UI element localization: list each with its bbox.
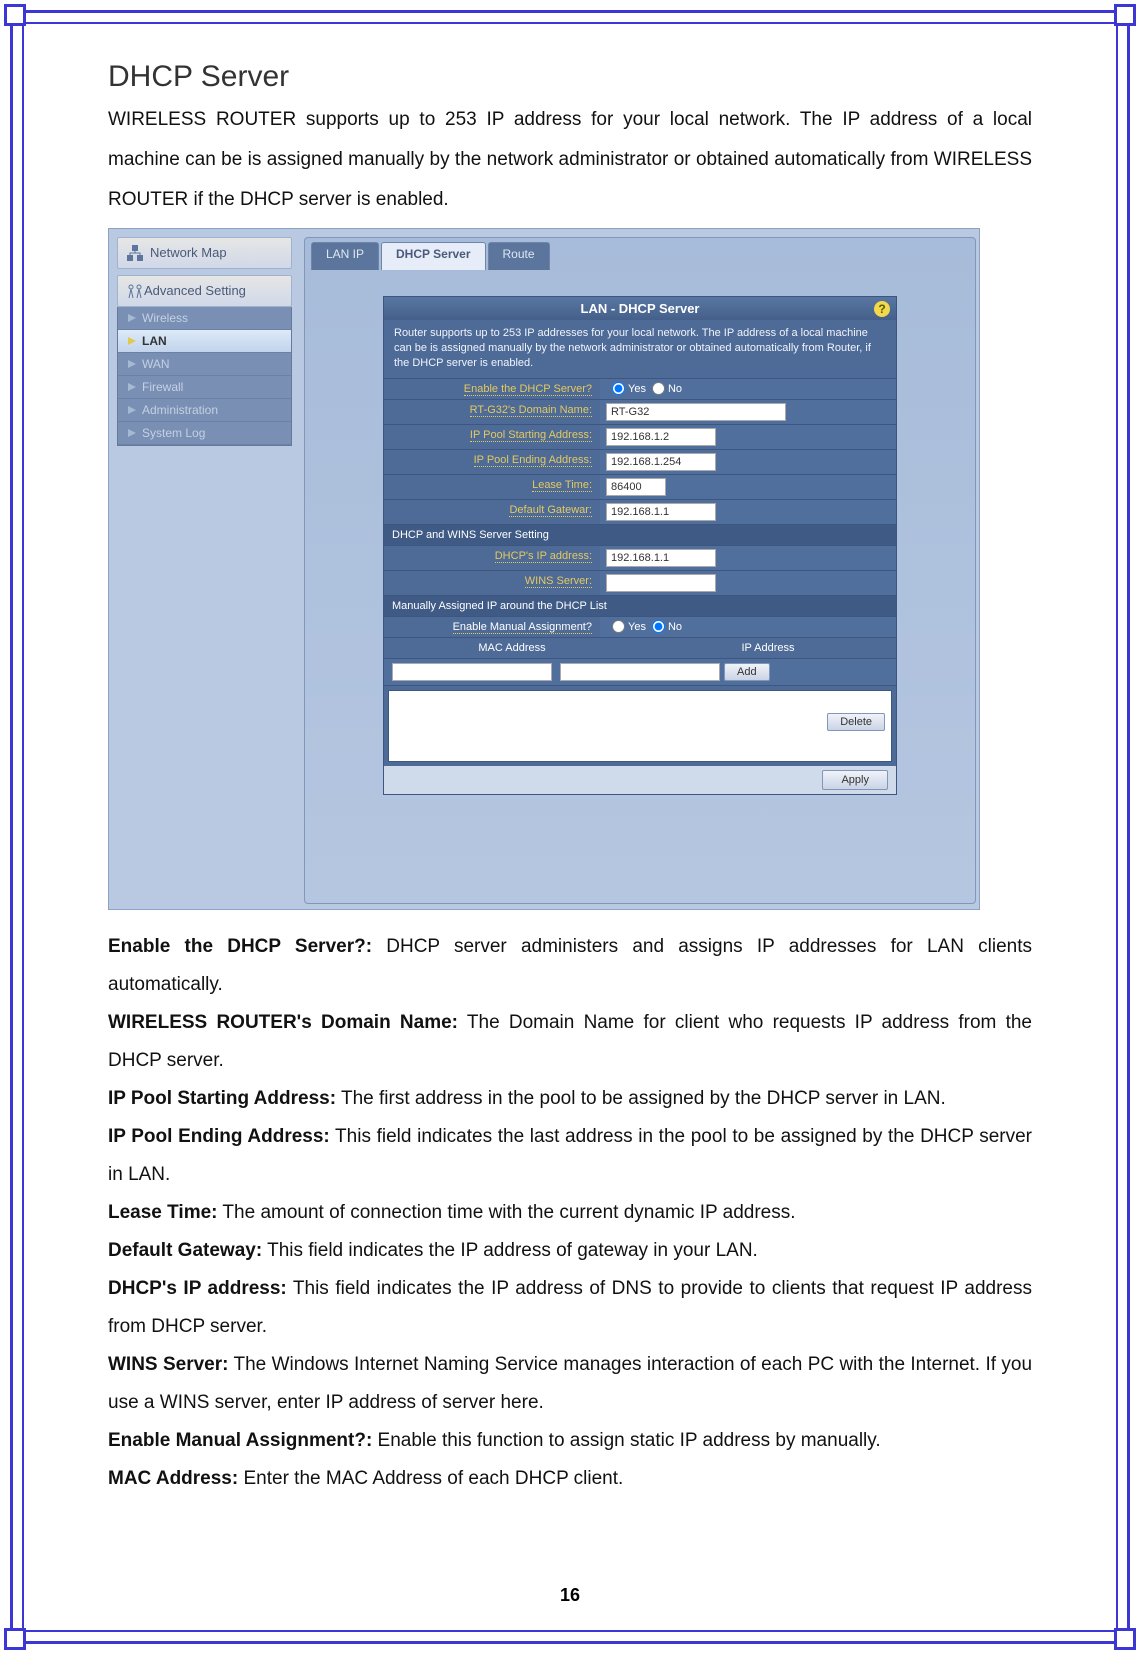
def-term: WIRELESS ROUTER's Domain Name: (108, 1012, 458, 1033)
field-label: DHCP's IP address: (495, 550, 592, 563)
apply-button[interactable]: Apply (822, 770, 888, 790)
sidebar-item-wan[interactable]: WAN (118, 353, 291, 376)
sidebar-item-administration[interactable]: Administration (118, 399, 291, 422)
field-label: IP Pool Starting Address: (470, 429, 592, 442)
def-term: IP Pool Starting Address: (108, 1088, 336, 1109)
def-term: Enable Manual Assignment?: (108, 1430, 372, 1451)
triangle-icon (128, 406, 136, 414)
triangle-icon (128, 314, 136, 322)
panel-title: LAN - DHCP Server (384, 297, 896, 320)
def-term: Enable the DHCP Server?: (108, 936, 372, 957)
sidebar-label: Network Map (150, 245, 227, 260)
sidebar-item-wireless[interactable]: Wireless (118, 307, 291, 330)
manual-list: Delete (388, 690, 892, 762)
col-mac: MAC Address (384, 638, 640, 658)
radio-label: Yes (628, 621, 646, 633)
def-desc: The Windows Internet Naming Service mana… (108, 1354, 1032, 1413)
panel-description: Router supports up to 253 IP addresses f… (384, 320, 896, 379)
tab-route[interactable]: Route (488, 242, 550, 270)
sidebar-item-label: LAN (142, 334, 167, 348)
def-desc: Enter the MAC Address of each DHCP clien… (238, 1468, 623, 1489)
radio-label: No (668, 621, 682, 633)
field-label: Lease Time: (532, 479, 592, 492)
section-dhcp-wins: DHCP and WINS Server Setting (384, 525, 896, 546)
page-number: 16 (0, 1585, 1140, 1606)
sidebar-label: Advanced Setting (144, 283, 246, 298)
field-label: Enable the DHCP Server? (464, 383, 592, 396)
sidebar-item-label: System Log (142, 426, 205, 440)
field-label: RT-G32's Domain Name: (470, 404, 592, 417)
triangle-icon (128, 337, 136, 345)
col-ip: IP Address (640, 638, 896, 658)
def-desc: This field indicates the IP address of g… (262, 1240, 758, 1261)
mac-input[interactable] (392, 663, 552, 681)
router-ui-screenshot: Network Map Advanced Setting Wireless LA… (108, 228, 980, 910)
triangle-icon (128, 383, 136, 391)
gateway-input[interactable] (606, 503, 716, 521)
def-desc: The amount of connection time with the c… (217, 1202, 795, 1223)
def-desc: Enable this function to assign static IP… (372, 1430, 880, 1451)
enable-yes-radio[interactable] (612, 382, 625, 395)
def-term: Lease Time: (108, 1202, 217, 1223)
def-term: Default Gateway: (108, 1240, 262, 1261)
dhcp-ip-input[interactable] (606, 549, 716, 567)
domain-input[interactable] (606, 403, 786, 421)
sidebar-item-label: Firewall (142, 380, 183, 394)
def-term: MAC Address: (108, 1468, 238, 1489)
triangle-icon (128, 360, 136, 368)
intro-text: WIRELESS ROUTER supports up to 253 IP ad… (108, 100, 1032, 220)
sidebar-item-label: Wireless (142, 311, 188, 325)
sidebar-item-firewall[interactable]: Firewall (118, 376, 291, 399)
lease-input[interactable] (606, 478, 666, 496)
sidebar-item-label: Administration (142, 403, 218, 417)
radio-label: Yes (628, 383, 646, 395)
wins-input[interactable] (606, 574, 716, 592)
pool-start-input[interactable] (606, 428, 716, 446)
ip-input[interactable] (560, 663, 720, 681)
delete-button[interactable]: Delete (827, 713, 885, 731)
field-label: Default Gatewar: (509, 504, 592, 517)
section-manual: Manually Assigned IP around the DHCP Lis… (384, 596, 896, 617)
page-title: DHCP Server (108, 60, 1032, 94)
manual-no-radio[interactable] (652, 620, 665, 633)
def-desc: The first address in the pool to be assi… (336, 1088, 946, 1109)
sidebar-network-map[interactable]: Network Map (117, 237, 292, 269)
enable-no-radio[interactable] (652, 382, 665, 395)
radio-label: No (668, 383, 682, 395)
network-icon (126, 244, 144, 262)
manual-yes-radio[interactable] (612, 620, 625, 633)
sidebar-item-lan[interactable]: LAN (118, 330, 291, 353)
pool-end-input[interactable] (606, 453, 716, 471)
sidebar-item-label: WAN (142, 357, 170, 371)
sidebar-advanced[interactable]: Advanced Setting (117, 275, 292, 307)
add-button[interactable]: Add (724, 663, 770, 681)
def-term: WINS Server: (108, 1354, 228, 1375)
settings-icon (126, 282, 144, 300)
definitions: Enable the DHCP Server?: DHCP server adm… (108, 928, 1032, 1498)
def-term: DHCP's IP address: (108, 1278, 287, 1299)
field-label: Enable Manual Assignment? (453, 621, 592, 634)
sidebar-item-systemlog[interactable]: System Log (118, 422, 291, 445)
help-icon[interactable]: ? (874, 301, 890, 317)
def-term: IP Pool Ending Address: (108, 1126, 330, 1147)
triangle-icon (128, 429, 136, 437)
field-label: IP Pool Ending Address: (474, 454, 592, 467)
tab-dhcp[interactable]: DHCP Server (381, 242, 485, 270)
field-label: WINS Server: (525, 575, 592, 588)
tab-lanip[interactable]: LAN IP (311, 242, 379, 270)
